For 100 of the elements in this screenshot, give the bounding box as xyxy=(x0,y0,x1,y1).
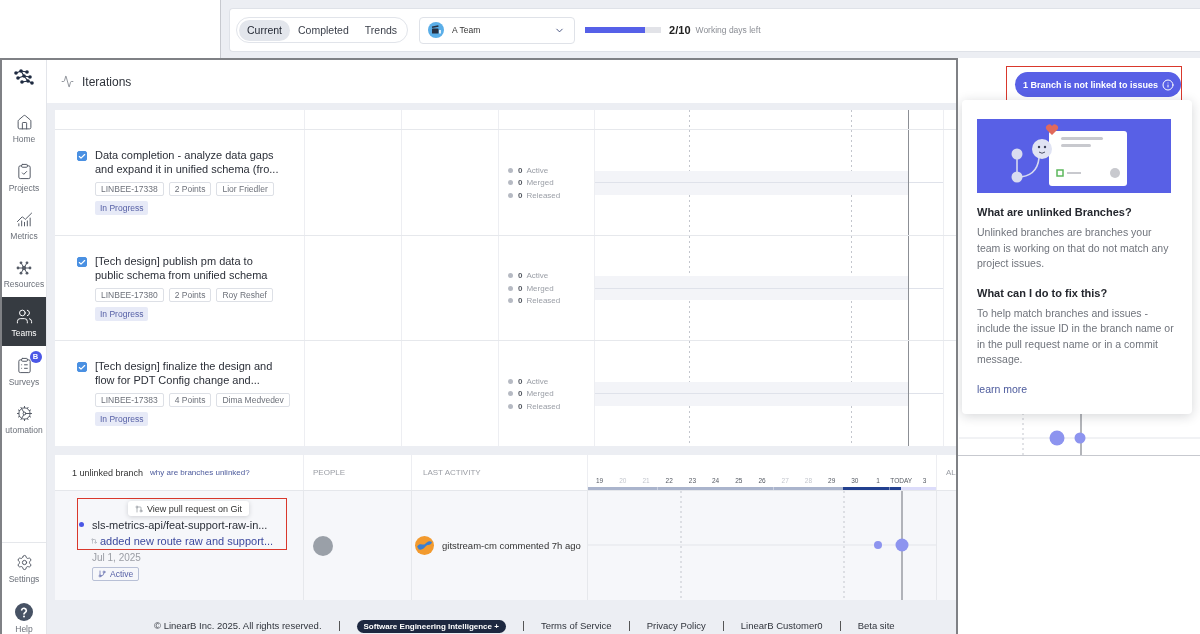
branch-count: 0 xyxy=(518,283,523,293)
cog-icon xyxy=(15,405,33,422)
branch-status-label: Released xyxy=(526,190,561,200)
days-count: 2/10 xyxy=(669,24,691,36)
sidebar-item[interactable]: utomation xyxy=(2,394,46,443)
assignee-tag: Dima Medvedev xyxy=(216,393,290,407)
checkbox[interactable] xyxy=(77,257,87,267)
chart-icon xyxy=(15,211,33,228)
product-badge: Software Engineering Intelligence + xyxy=(356,620,506,633)
sidebar-item[interactable]: Help xyxy=(2,592,46,634)
footer-link[interactable]: LinearB Customer0 xyxy=(740,619,823,633)
clipboard-check-icon xyxy=(15,162,33,180)
team-avatar-icon xyxy=(428,22,445,38)
column-header: AL xyxy=(946,468,956,477)
pull-request-icon xyxy=(91,537,97,544)
status-dot-icon xyxy=(508,167,513,173)
points-tag: 2 Points xyxy=(168,182,212,196)
popover-heading: What are unlinked Branches? xyxy=(977,206,1133,219)
issue-key: LINBEE-17338 xyxy=(95,182,164,196)
assignee-tag: Roy Reshef xyxy=(216,288,273,302)
status-dot-icon xyxy=(508,180,513,185)
people-icon xyxy=(15,308,33,325)
status-tag: In Progress xyxy=(95,307,149,321)
column-header: PEOPLE xyxy=(313,468,345,477)
branch-icon xyxy=(98,570,106,578)
status-dot-icon xyxy=(508,391,513,396)
issue-key: LINBEE-17383 xyxy=(95,393,164,407)
status-dot-icon xyxy=(508,298,513,303)
unlinked-branches-button[interactable]: 1 Branch is not linked to issues xyxy=(1014,72,1181,97)
branch-name: sls-metrics-api/feat-support-raw-in... xyxy=(92,518,268,531)
check-icon xyxy=(78,362,86,372)
team-select[interactable]: A Team xyxy=(419,16,576,44)
status-tag: In Progress xyxy=(95,412,149,426)
branch-status-label: Released xyxy=(526,401,561,411)
check-icon xyxy=(78,257,86,267)
tooltip-text: View pull request on Git xyxy=(147,503,242,514)
points-tag: 4 Points xyxy=(168,393,212,407)
iteration-tab[interactable]: Completed xyxy=(290,19,357,41)
timeline-dot xyxy=(1049,430,1065,446)
timeline-line xyxy=(909,287,943,289)
branch-status-label: Active xyxy=(526,376,549,386)
status-dot-icon xyxy=(508,192,513,198)
bot-avatar-icon xyxy=(415,536,434,555)
logo-icon[interactable] xyxy=(14,69,34,85)
pulse-icon xyxy=(61,75,74,88)
pull-request-link[interactable]: added new route raw and support... xyxy=(100,534,274,547)
issue-title: [Tech design] publish pm data to public schema from unified schema xyxy=(95,255,269,282)
timeline-line xyxy=(909,393,943,394)
popover-heading: What can I do to fix this? xyxy=(977,286,1109,300)
branch-date: Jul 1, 2025 xyxy=(92,552,141,563)
pull-request-icon xyxy=(135,504,143,513)
sidebar-item[interactable]: Projects xyxy=(2,151,46,200)
footer-link[interactable]: Terms of Service xyxy=(540,619,612,633)
status-dot-icon xyxy=(508,273,513,278)
branch-status-text: Active xyxy=(110,569,134,579)
help-icon xyxy=(15,603,33,621)
bullet-dot-icon xyxy=(79,522,84,527)
sidebar-item[interactable]: Teams xyxy=(2,297,46,346)
branch-count: 0 xyxy=(518,401,523,411)
points-tag: 2 Points xyxy=(168,288,212,302)
branch-count: 0 xyxy=(518,178,523,187)
help-link[interactable]: why are branches unlinked? xyxy=(150,468,250,477)
status-dot-icon xyxy=(508,378,513,384)
sidebar-item[interactable]: Home xyxy=(2,103,46,152)
sidebar-item[interactable]: Metrics xyxy=(2,200,46,249)
unlinked-count: 1 unlinked branch xyxy=(72,467,144,478)
branch-count: 0 xyxy=(518,376,523,386)
status-tag: In Progress xyxy=(95,201,149,215)
branch-status-label: Merged xyxy=(526,389,554,398)
last-activity: gitstream-cm commented 7h ago xyxy=(442,540,581,551)
timeline-dot xyxy=(1074,432,1086,444)
branch-status-label: Merged xyxy=(526,178,554,187)
column-header: LAST ACTIVITY xyxy=(423,468,481,477)
footer-link[interactable]: Privacy Policy xyxy=(646,619,706,633)
checkbox[interactable] xyxy=(77,151,87,161)
branch-status-label: Active xyxy=(526,271,549,280)
issue-key: LINBEE-17380 xyxy=(95,288,164,302)
popover-text: Unlinked branches are branches your team is working on that do not match any project issues. xyxy=(977,225,1170,271)
sidebar-item[interactable]: Settings xyxy=(2,543,46,592)
assignee-tag: Lior Friedler xyxy=(216,182,274,196)
checkbox[interactable] xyxy=(77,362,87,372)
branch-count: 0 xyxy=(518,165,523,175)
branch-status-label: Active xyxy=(526,165,549,175)
activity-dot xyxy=(874,541,882,549)
footer-link[interactable]: Beta site xyxy=(857,619,895,633)
sidebar-item[interactable]: Resources xyxy=(2,248,46,297)
iteration-tab[interactable]: Current xyxy=(239,19,290,41)
iteration-tab[interactable]: Trends xyxy=(356,19,406,41)
learn-more-link[interactable]: learn more xyxy=(977,382,1028,396)
activity-dot xyxy=(895,538,909,552)
timeline-line xyxy=(909,182,943,183)
hub-icon xyxy=(16,259,32,276)
days-label: Working days left xyxy=(695,25,761,35)
branch-status-label: Merged xyxy=(526,283,554,293)
settings-icon xyxy=(15,554,33,571)
info-icon xyxy=(1162,78,1174,91)
branch-status-label: Released xyxy=(526,296,561,305)
clipboard-list-icon xyxy=(15,356,33,374)
check-icon xyxy=(78,151,86,161)
page-title: Iterations xyxy=(82,74,132,89)
